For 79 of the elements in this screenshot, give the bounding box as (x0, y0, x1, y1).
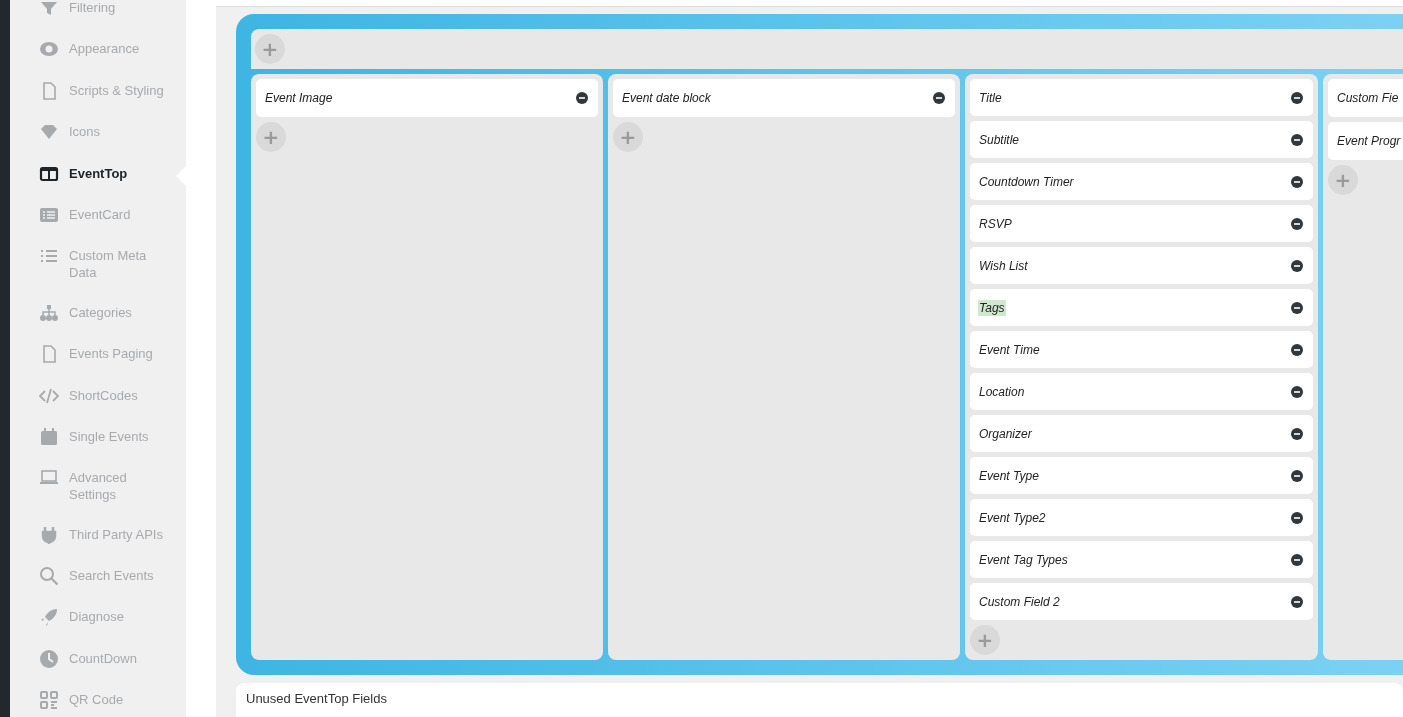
sidebar-item[interactable]: Search Events (39, 562, 186, 592)
field-item[interactable]: Organizer (970, 415, 1313, 452)
sidebar-item[interactable]: Third Party APIs (39, 520, 186, 550)
field-label: Subtitle (978, 131, 1021, 148)
sidebar-item[interactable]: Filtering (39, 0, 186, 23)
sidebar-item[interactable]: Scripts & Styling (39, 76, 186, 106)
field-label: Event date block (621, 90, 712, 106)
calendar-icon (39, 426, 59, 447)
sidebar-item[interactable]: EventCard (39, 200, 186, 230)
field-item[interactable]: Tags (970, 289, 1313, 326)
add-button[interactable]: + (970, 625, 1000, 655)
field-item[interactable]: Event Time (970, 331, 1313, 368)
remove-icon[interactable] (1291, 385, 1303, 398)
field-item[interactable]: RSVP (970, 205, 1313, 242)
sidebar-item[interactable]: Appearance (39, 35, 186, 65)
search-icon (39, 566, 59, 587)
sidebar-item[interactable]: QR Code (39, 686, 186, 716)
sidebar-item[interactable]: Custom Meta Data (39, 242, 186, 287)
field-item[interactable]: Countdown Timer (970, 163, 1313, 200)
remove-icon[interactable] (1291, 217, 1303, 230)
field-label: Tags (978, 299, 1006, 316)
field-item[interactable]: Event Image (256, 79, 598, 117)
remove-icon[interactable] (1291, 511, 1303, 524)
remove-icon[interactable] (933, 92, 945, 104)
field-item[interactable]: Custom Fie (1328, 79, 1403, 117)
sidebar-item[interactable]: Icons (39, 118, 186, 148)
field-label: Event Image (264, 90, 334, 106)
field-item[interactable]: Custom Field 2 (970, 583, 1313, 620)
add-button[interactable]: + (613, 122, 643, 152)
remove-icon[interactable] (1291, 343, 1303, 356)
field-item[interactable]: Event Progr (1328, 122, 1403, 160)
clock-icon (39, 648, 59, 669)
panel-title: Unused EventTop Fields (246, 691, 387, 706)
field-label: Event Time (978, 341, 1041, 358)
field-label: Wish List (978, 257, 1029, 274)
remove-icon[interactable] (1291, 595, 1303, 608)
remove-icon[interactable] (576, 92, 588, 104)
field-label: Event Type (978, 467, 1040, 484)
sidebar-item[interactable]: Single Events (39, 422, 186, 452)
field-item[interactable]: Wish List (970, 247, 1313, 284)
remove-icon[interactable] (1291, 175, 1303, 188)
field-label: Event Tag Types (978, 551, 1069, 568)
field-item[interactable]: Event Tag Types (970, 541, 1313, 578)
plug-icon (39, 524, 59, 545)
field-item[interactable]: Event date block (613, 79, 955, 117)
field-label: Event Type2 (978, 509, 1047, 526)
field-item[interactable]: Location (970, 373, 1313, 410)
field-label: RSVP (978, 215, 1013, 232)
field-label: Custom Field 2 (978, 593, 1061, 610)
add-button[interactable]: + (256, 122, 286, 152)
field-item[interactable]: Subtitle (970, 121, 1313, 158)
sidebar-item[interactable]: Events Paging (39, 340, 186, 370)
field-label: Organizer (978, 425, 1033, 442)
field-label: Title (978, 89, 1003, 106)
remove-icon[interactable] (1291, 133, 1303, 146)
sidebar-item[interactable]: Diagnose (39, 603, 186, 633)
remove-icon[interactable] (1291, 553, 1303, 566)
sidebar-item[interactable]: Advanced Settings (39, 464, 186, 509)
rocket-icon (39, 607, 59, 628)
sidebar-item[interactable]: CountDown (39, 644, 186, 674)
field-item[interactable]: Title (970, 79, 1313, 116)
field-label: Custom Fie (1336, 90, 1400, 106)
add-button[interactable]: + (255, 34, 285, 64)
field-label: Event Progr (1336, 133, 1402, 149)
sidebar-item[interactable]: Categories (39, 298, 186, 328)
remove-icon[interactable] (1291, 91, 1303, 104)
remove-icon[interactable] (1291, 301, 1303, 314)
sitemap-icon (39, 302, 59, 323)
remove-icon[interactable] (1291, 259, 1303, 272)
field-item[interactable]: Event Type2 (970, 499, 1313, 536)
field-label: Location (978, 383, 1026, 400)
filter-icon (39, 0, 59, 18)
sidebar-item[interactable]: ShortCodes (39, 381, 186, 411)
add-button[interactable]: + (1328, 165, 1358, 195)
remove-icon[interactable] (1291, 469, 1303, 482)
remove-icon[interactable] (1291, 427, 1303, 440)
field-item[interactable]: Event Type (970, 457, 1313, 494)
qr-icon (39, 690, 59, 711)
field-label: Countdown Timer (978, 173, 1075, 190)
